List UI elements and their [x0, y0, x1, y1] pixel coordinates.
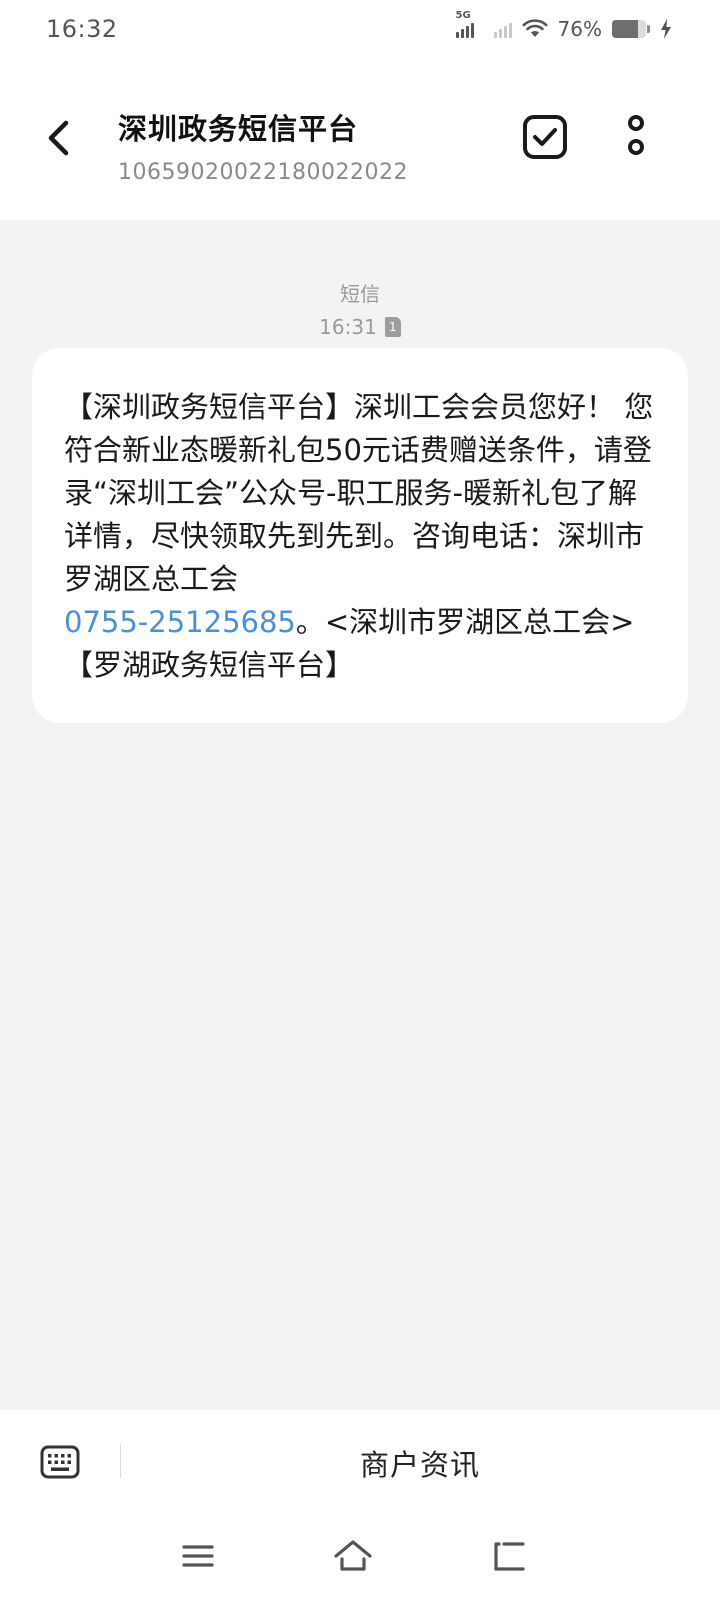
- back-icon: [494, 1542, 525, 1571]
- wifi-icon: [522, 19, 548, 37]
- message-list[interactable]: 短信 16:31 1 【深圳政务短信平台】深圳工会会员您好！ 您符合新业态暖新礼…: [0, 220, 720, 1410]
- conversation-header: 深圳政务短信平台 10659020022180022022: [0, 58, 720, 220]
- home-button[interactable]: [332, 1536, 372, 1576]
- select-button[interactable]: [522, 114, 568, 160]
- message-meta: 短信 16:31 1: [0, 278, 720, 339]
- message-type-label: 短信: [340, 282, 380, 306]
- signal-icon: [493, 20, 512, 38]
- menu-icon: [182, 1545, 214, 1567]
- back-arrow-icon: [48, 120, 69, 156]
- contact-name: 深圳政务短信平台: [118, 112, 359, 146]
- message-time-row: 16:31 1: [0, 315, 720, 339]
- status-bar: 16:32 5G 76%: [0, 0, 720, 58]
- back-nav-button[interactable]: [490, 1536, 530, 1576]
- battery-percent: 76%: [557, 17, 602, 41]
- home-icon: [334, 1540, 372, 1571]
- contact-number: 10659020022180022022: [118, 160, 408, 185]
- select-check-icon: [523, 115, 567, 159]
- phone-number-link[interactable]: 0755-25125685: [64, 605, 296, 639]
- signal-5g-icon: 5G: [455, 10, 474, 38]
- bottom-bar: 商户资讯: [0, 1410, 720, 1516]
- sim-card-icon: 1: [384, 317, 401, 337]
- keyboard-button[interactable]: [40, 1442, 80, 1482]
- status-time: 16:32: [46, 15, 118, 43]
- battery-icon: [612, 20, 646, 38]
- status-icons: 5G 76%: [455, 10, 672, 41]
- battery-cap: [647, 25, 650, 33]
- contact-info[interactable]: 深圳政务短信平台 10659020022180022022: [118, 106, 408, 185]
- navigation-bar: [0, 1516, 720, 1600]
- message-bubble[interactable]: 【深圳政务短信平台】深圳工会会员您好！ 您符合新业态暖新礼包50元话费赠送条件，…: [32, 348, 688, 723]
- network-type-label: 5G: [455, 10, 471, 21]
- merchant-info-button[interactable]: 商户资讯: [120, 1410, 720, 1516]
- message-text: 【深圳政务短信平台】深圳工会会员您好！ 您符合新业态暖新礼包50元话费赠送条件，…: [64, 390, 654, 596]
- more-vertical-icon: [628, 115, 644, 155]
- sms-conversation-screen: 16:32 5G 76% 深圳政务短信平台 106590200221800220…: [0, 0, 720, 1600]
- recent-apps-button[interactable]: [178, 1536, 218, 1576]
- battery-level: [612, 20, 638, 38]
- message-time: 16:31: [319, 315, 377, 339]
- charging-icon: [661, 19, 671, 39]
- back-button[interactable]: [36, 110, 80, 166]
- keyboard-icon: [40, 1445, 80, 1479]
- more-options-button[interactable]: [620, 114, 652, 160]
